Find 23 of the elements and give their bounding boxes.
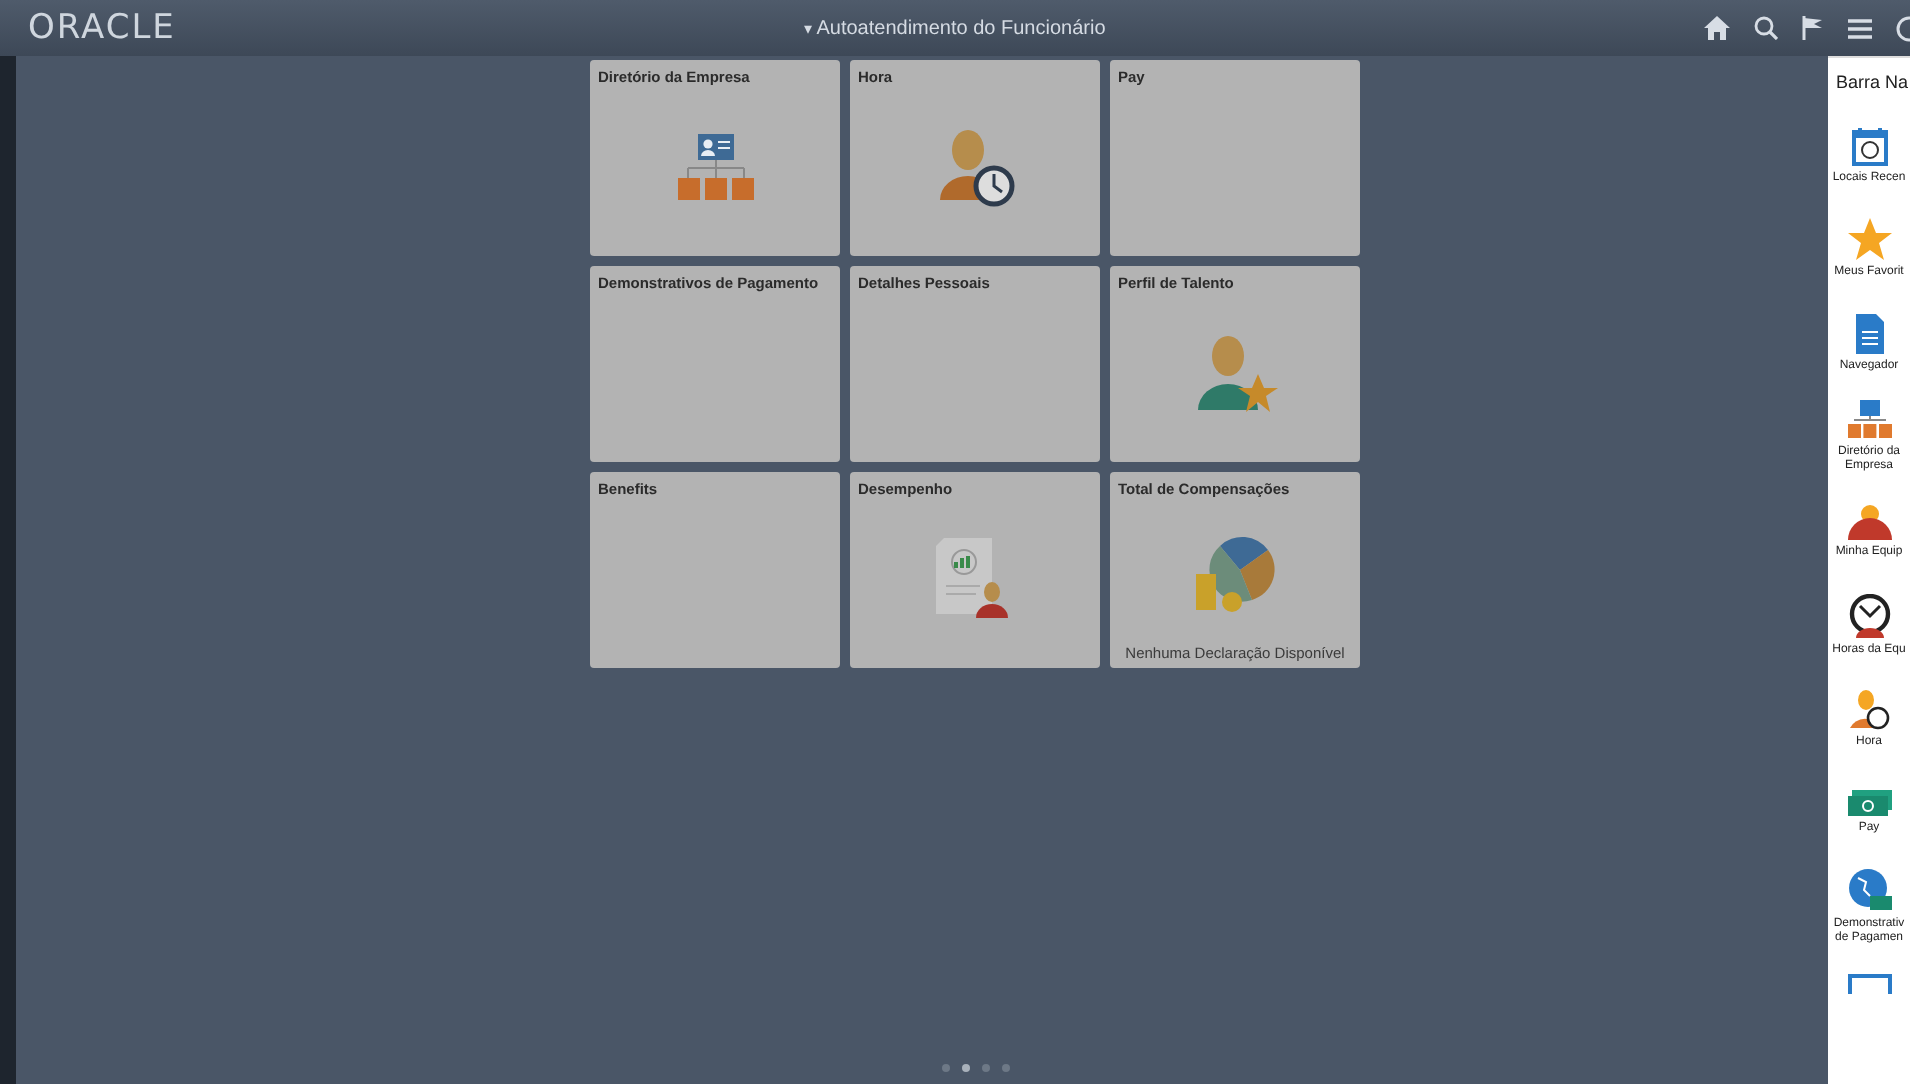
page-dot[interactable] <box>1001 1064 1009 1072</box>
org-chart-icon <box>677 134 753 202</box>
menu-icon[interactable] <box>1848 17 1872 39</box>
search-icon[interactable] <box>1754 16 1778 40</box>
person-star-icon <box>1193 334 1277 414</box>
clock-team-icon[interactable] <box>1847 593 1891 638</box>
calendar-clock-icon[interactable] <box>1851 125 1887 166</box>
panel-title: Barra Na <box>1836 72 1909 92</box>
money-icon[interactable] <box>1847 790 1891 817</box>
document-icon[interactable] <box>1855 313 1883 354</box>
page-dot[interactable] <box>981 1064 989 1072</box>
person-clock-icon[interactable] <box>1849 689 1889 730</box>
org-chart-icon[interactable] <box>1847 400 1891 441</box>
page-dot[interactable] <box>941 1064 949 1072</box>
oracle-logo[interactable]: ORACLE <box>28 8 176 48</box>
team-icon[interactable] <box>1847 503 1891 540</box>
person-clock-icon <box>935 128 1015 208</box>
page-title-menu[interactable]: ▾ Autoatendimento do Funcionário <box>804 17 1106 39</box>
star-icon[interactable] <box>1847 218 1891 261</box>
globe-money-icon[interactable] <box>1847 868 1891 913</box>
page-dot[interactable] <box>961 1064 969 1072</box>
home-icon[interactable] <box>1704 16 1730 40</box>
flag-icon[interactable] <box>1802 16 1824 40</box>
